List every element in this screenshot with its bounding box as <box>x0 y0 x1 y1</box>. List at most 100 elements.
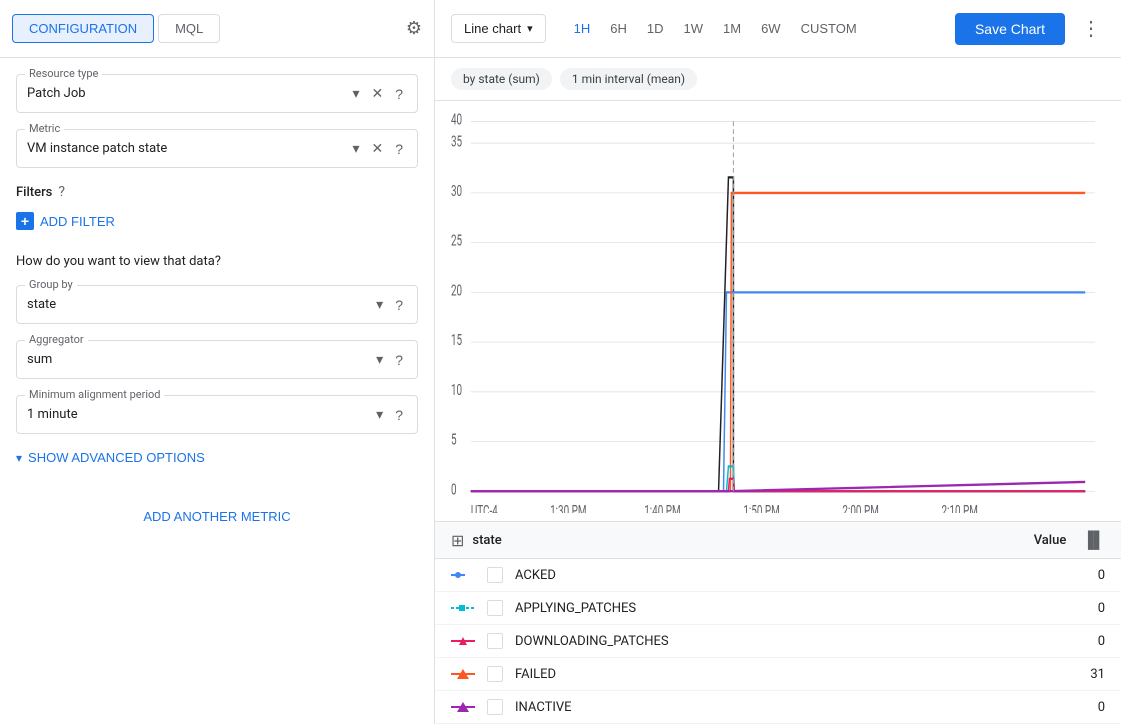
time-1h[interactable]: 1H <box>566 17 599 40</box>
applying-value: 0 <box>1065 601 1105 616</box>
filters-help-icon[interactable]: ? <box>58 184 65 200</box>
metric-value: VM instance patch state <box>27 141 344 156</box>
group-by-value: state <box>27 297 368 312</box>
legend-grid-icon: ⊞ <box>451 531 464 550</box>
group-by-help[interactable]: ? <box>391 295 407 315</box>
dropdown-icon: ▾ <box>527 22 533 35</box>
legend-row-failed[interactable]: FAILED 31 <box>435 658 1121 691</box>
svg-text:1:50 PM: 1:50 PM <box>743 503 779 513</box>
metric-field: Metric VM instance patch state ▾ ✕ ? <box>16 129 418 168</box>
downloading-checkbox[interactable] <box>487 633 503 649</box>
failed-value: 31 <box>1065 667 1105 682</box>
resource-type-value: Patch Job <box>27 86 344 101</box>
svg-text:5: 5 <box>451 432 457 450</box>
time-custom[interactable]: CUSTOM <box>793 17 865 40</box>
left-config-panel: Resource type Patch Job ▾ ✕ ? Metric VM … <box>0 58 435 724</box>
aggregator-label: Aggregator <box>25 333 88 346</box>
right-chart-panel: by state (sum) 1 min interval (mean) 0 5… <box>435 58 1121 724</box>
metric-dropdown[interactable]: ▾ <box>348 138 363 159</box>
legend-row-inactive[interactable]: INACTIVE 0 <box>435 691 1121 724</box>
svg-text:1:40 PM: 1:40 PM <box>644 503 680 513</box>
add-filter-button[interactable]: + ADD FILTER <box>16 212 115 230</box>
failed-label: FAILED <box>515 667 1065 682</box>
legend-row-downloading[interactable]: DOWNLOADING_PATCHES 0 <box>435 625 1121 658</box>
inactive-line-icon <box>451 700 479 714</box>
resource-type-help[interactable]: ? <box>391 84 407 104</box>
legend-table: ⊞ state Value ▐▌ ACKED 0 APPLYIN <box>435 521 1121 724</box>
aggregator-field: Aggregator sum ▾ ? <box>16 340 418 379</box>
time-1w[interactable]: 1W <box>676 17 712 40</box>
legend-bars-icon[interactable]: ▐▌ <box>1082 530 1105 550</box>
applying-line-icon <box>451 601 479 615</box>
min-alignment-dropdown[interactable]: ▾ <box>372 404 387 425</box>
svg-text:2:10 PM: 2:10 PM <box>942 503 978 513</box>
add-metric-button[interactable]: ADD ANOTHER METRIC <box>16 497 418 536</box>
tab-configuration[interactable]: CONFIGURATION <box>12 14 154 43</box>
svg-text:0: 0 <box>451 481 457 499</box>
failed-checkbox[interactable] <box>487 666 503 682</box>
legend-state-header: state <box>472 533 1033 548</box>
time-1d[interactable]: 1D <box>639 17 672 40</box>
save-chart-button[interactable]: Save Chart <box>955 13 1065 45</box>
acked-label: ACKED <box>515 568 1065 583</box>
metric-clear[interactable]: ✕ <box>367 138 387 159</box>
filter-tag-state: by state (sum) <box>451 68 552 90</box>
aggregator-dropdown[interactable]: ▾ <box>372 349 387 370</box>
failed-line-icon <box>451 667 479 681</box>
chart-area: 0 5 10 15 20 25 30 35 40 <box>435 101 1121 521</box>
downloading-label: DOWNLOADING_PATCHES <box>515 634 1065 649</box>
inactive-checkbox[interactable] <box>487 699 503 715</box>
svg-text:20: 20 <box>451 282 462 300</box>
more-icon: ⋮ <box>1081 18 1101 40</box>
legend-row-acked[interactable]: ACKED 0 <box>435 559 1121 592</box>
min-alignment-field: Minimum alignment period 1 minute ▾ ? <box>16 395 418 434</box>
more-options-button[interactable]: ⋮ <box>1077 12 1105 45</box>
time-6w[interactable]: 6W <box>753 17 789 40</box>
svg-text:UTC-4: UTC-4 <box>471 503 498 513</box>
group-by-field: Group by state ▾ ? <box>16 285 418 324</box>
gear-icon: ⚙ <box>406 18 422 39</box>
min-alignment-value: 1 minute <box>27 407 368 422</box>
svg-text:2:00 PM: 2:00 PM <box>842 503 878 513</box>
svg-text:1:30 PM: 1:30 PM <box>550 503 586 513</box>
filters-section: Filters ? <box>16 184 418 200</box>
svg-text:25: 25 <box>451 233 462 251</box>
add-filter-plus-icon: + <box>16 212 34 230</box>
tab-mql[interactable]: MQL <box>158 14 220 43</box>
acked-checkbox[interactable] <box>487 567 503 583</box>
line-chart-svg: 0 5 10 15 20 25 30 35 40 <box>451 109 1105 513</box>
group-by-dropdown[interactable]: ▾ <box>372 294 387 315</box>
chart-type-button[interactable]: Line chart ▾ <box>451 14 546 43</box>
resource-type-dropdown[interactable]: ▾ <box>348 83 363 104</box>
applying-label: APPLYING_PATCHES <box>515 601 1065 616</box>
group-by-label: Group by <box>25 278 77 291</box>
time-6h[interactable]: 6H <box>602 17 635 40</box>
legend-row-applying[interactable]: APPLYING_PATCHES 0 <box>435 592 1121 625</box>
resource-type-clear[interactable]: ✕ <box>367 83 387 104</box>
filter-tag-interval: 1 min interval (mean) <box>560 68 697 90</box>
min-alignment-help[interactable]: ? <box>391 405 407 425</box>
acked-line-icon <box>451 568 479 582</box>
inactive-value: 0 <box>1065 700 1105 715</box>
min-alignment-label: Minimum alignment period <box>25 388 164 401</box>
acked-value: 0 <box>1065 568 1105 583</box>
time-range-controls: 1H 6H 1D 1W 1M 6W CUSTOM <box>566 17 865 40</box>
chevron-down-icon: ▾ <box>16 451 22 465</box>
view-section-title: How do you want to view that data? <box>16 254 418 269</box>
resource-type-label: Resource type <box>25 67 102 80</box>
legend-value-header: Value <box>1034 533 1067 548</box>
aggregator-help[interactable]: ? <box>391 350 407 370</box>
metric-label: Metric <box>25 122 64 135</box>
add-filter-label: ADD FILTER <box>40 214 115 229</box>
svg-text:30: 30 <box>451 183 462 201</box>
advanced-link-label: SHOW ADVANCED OPTIONS <box>28 450 205 465</box>
svg-text:40: 40 <box>451 111 462 129</box>
settings-gear-button[interactable]: ⚙ <box>406 18 422 39</box>
filters-label: Filters <box>16 185 52 200</box>
legend-header: ⊞ state Value ▐▌ <box>435 522 1121 559</box>
show-advanced-button[interactable]: ▾ SHOW ADVANCED OPTIONS <box>16 450 205 465</box>
metric-help[interactable]: ? <box>391 139 407 159</box>
applying-checkbox[interactable] <box>487 600 503 616</box>
time-1m[interactable]: 1M <box>715 17 749 40</box>
svg-text:15: 15 <box>451 332 462 350</box>
